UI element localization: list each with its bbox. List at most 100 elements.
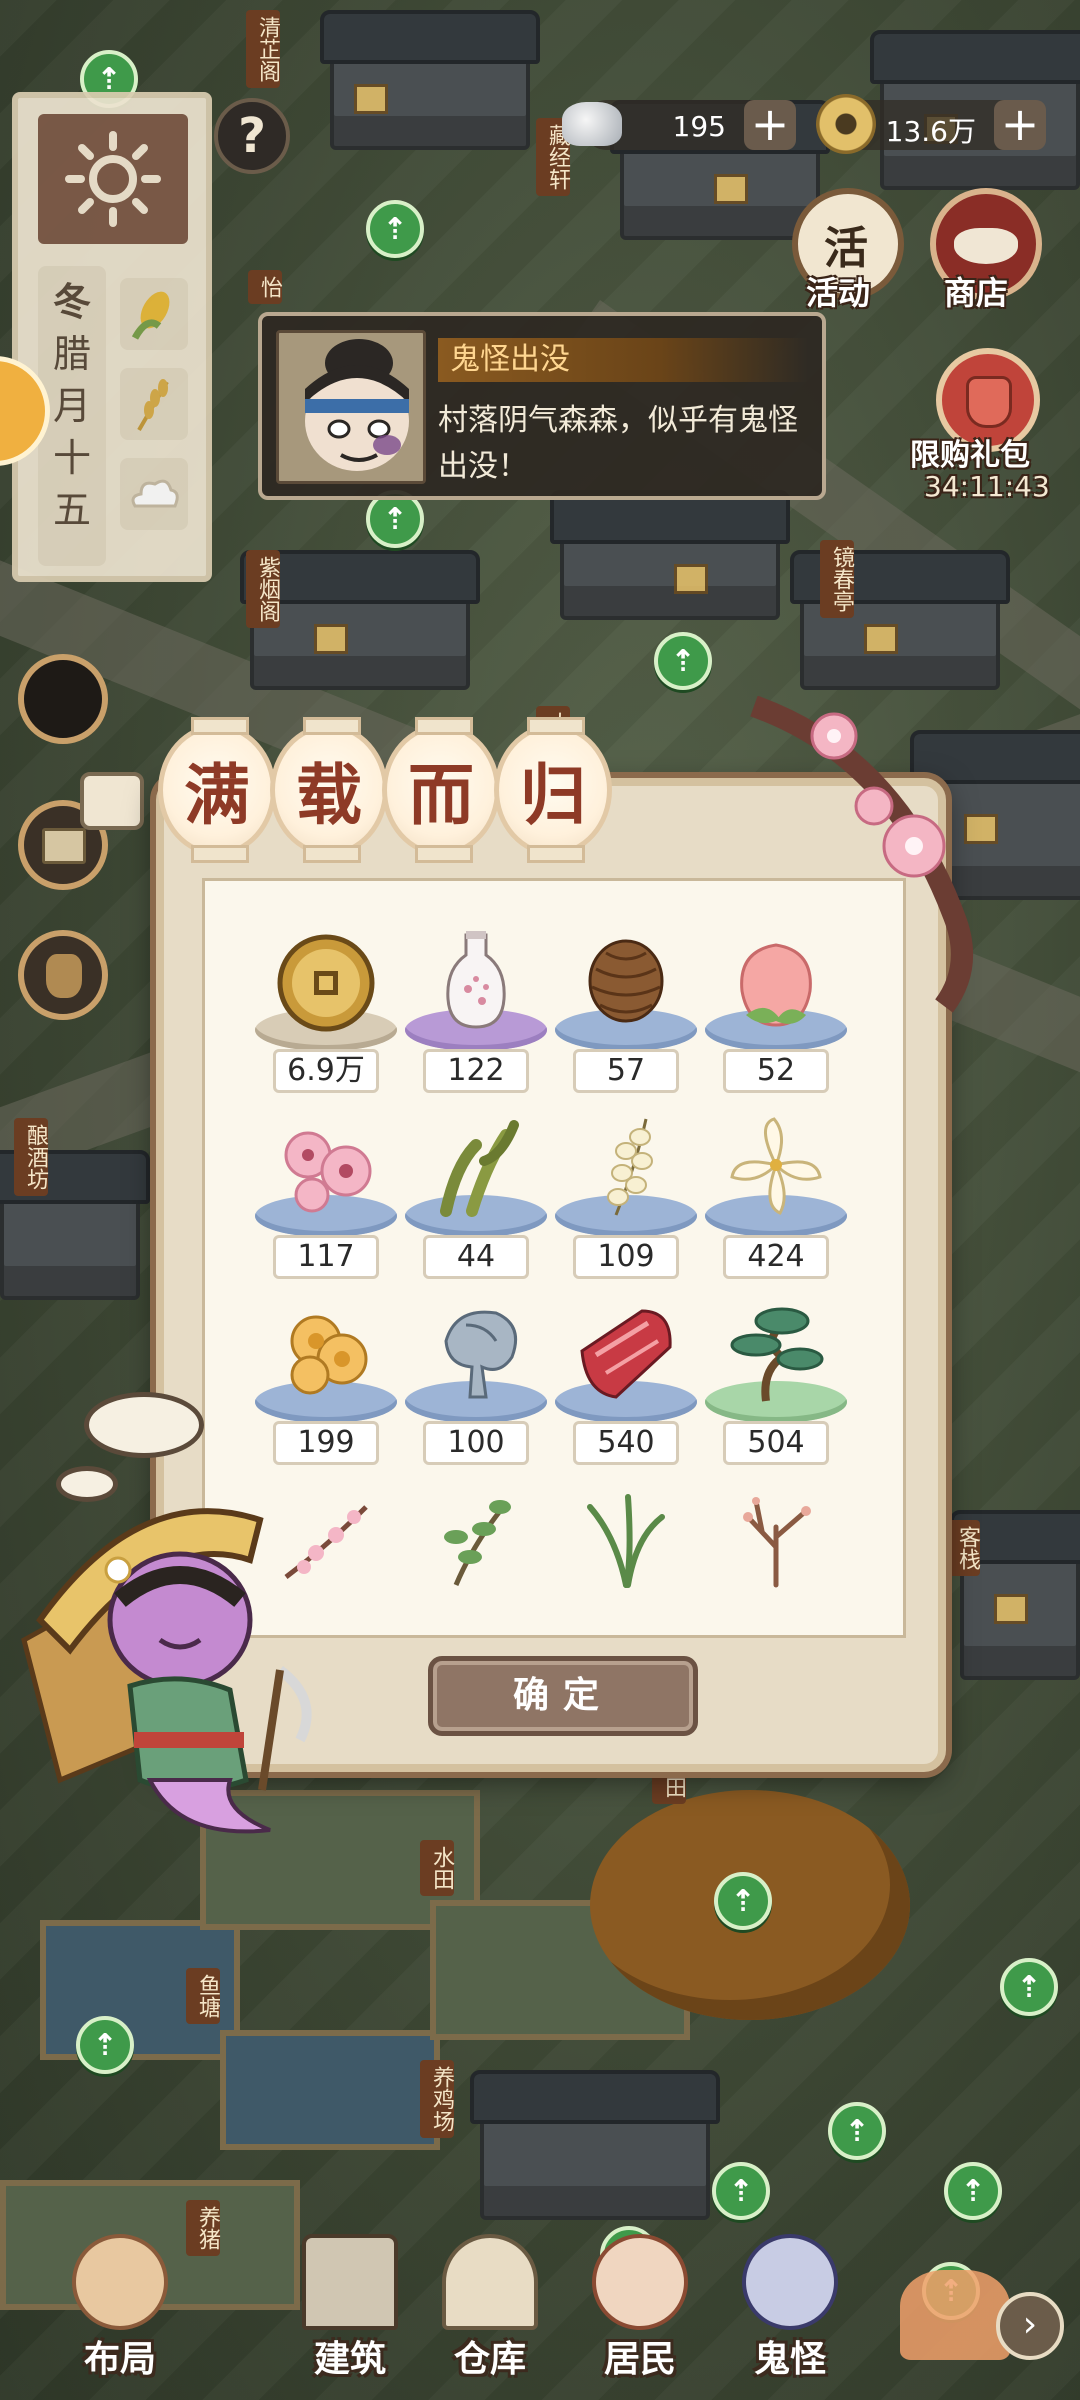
building[interactable] [0, 1150, 150, 1300]
reward-item[interactable]: 504 [701, 1293, 851, 1473]
reward-item[interactable]: 122 [401, 921, 551, 1101]
weather-sun-icon [38, 114, 188, 244]
add-coins-button[interactable]: + [994, 100, 1046, 150]
title-lantern: 满 [158, 717, 276, 863]
title-lantern: 归 [494, 717, 612, 863]
item-quantity: 100 [423, 1421, 529, 1465]
building[interactable] [320, 10, 540, 150]
thought-bubble [84, 1392, 204, 1458]
shop-ingot-icon [954, 228, 1018, 264]
reward-item[interactable]: 52 [701, 921, 851, 1101]
peach-blossom-icon [284, 1131, 372, 1213]
villager-portrait [276, 330, 426, 484]
reward-item[interactable] [551, 1479, 701, 1588]
reward-item[interactable]: 109 [551, 1107, 701, 1287]
coin-icon [277, 934, 375, 1032]
bag-button[interactable] [18, 930, 108, 1020]
dark-circle-button[interactable] [18, 654, 108, 744]
activity-label: 活动 [806, 274, 871, 312]
building[interactable] [470, 2070, 720, 2220]
sign-shuitian: 水田 [420, 1840, 454, 1896]
date-char: 腊 [52, 332, 91, 376]
item-quantity: 504 [723, 1421, 829, 1465]
add-silver-button[interactable]: + [744, 100, 796, 150]
item-quantity: 52 [723, 1049, 829, 1093]
shrimp-icon [444, 1310, 517, 1399]
layout-icon [72, 2234, 168, 2330]
nav-label: 鬼怪 [753, 2339, 826, 2380]
reward-item[interactable]: 540 [551, 1293, 701, 1473]
sign-yutang: 鱼塘 [186, 1968, 220, 2024]
pinecone-icon [588, 939, 664, 1023]
reward-item[interactable]: 117 [251, 1107, 401, 1287]
leafy-sprig-icon [444, 1500, 511, 1586]
bean-pods-icon [440, 1120, 519, 1217]
nav-label: 建筑 [313, 2339, 386, 2380]
locust-flower-icon [607, 1118, 653, 1216]
corn-icon [120, 278, 188, 350]
sack-icon [46, 954, 82, 998]
nav-layout[interactable]: 布局 [50, 2222, 190, 2392]
collect-marker-icon[interactable]: ⇡ [828, 2102, 886, 2160]
nav-ghosts[interactable]: 鬼怪 [720, 2222, 860, 2392]
item-quantity: 44 [423, 1235, 529, 1279]
item-quantity: 424 [723, 1235, 829, 1279]
season-panel[interactable]: 冬 腊 月 十 五 [12, 92, 212, 582]
date-char: 十 [52, 436, 91, 480]
collect-marker-icon[interactable]: ⇡ [366, 200, 424, 258]
nav-next-button[interactable]: › [996, 2292, 1064, 2360]
activity-scroll-icon: 活 [824, 223, 868, 274]
sign-yi: 怡 [248, 270, 282, 304]
title-lantern: 载 [270, 717, 388, 863]
reward-item[interactable]: 100 [401, 1293, 551, 1473]
nav-residents[interactable]: 居民 [570, 2222, 710, 2392]
item-quantity: 540 [573, 1421, 679, 1465]
warehouse-icon [442, 2234, 538, 2330]
sign-jingchunting: 镜春亭 [820, 540, 854, 618]
reward-item[interactable]: 57 [551, 921, 701, 1101]
reward-item[interactable] [701, 1479, 851, 1588]
pond[interactable] [220, 2030, 440, 2150]
collect-marker-icon[interactable]: ⇡ [714, 1872, 772, 1930]
collect-marker-icon[interactable]: ⇡ [76, 2016, 134, 2074]
gift-bag-icon [966, 376, 1012, 428]
date-char: 五 [52, 488, 91, 532]
item-quantity: 57 [573, 1049, 679, 1093]
bare-branch-icon [743, 1497, 811, 1588]
chat-bubble-icon[interactable] [80, 772, 144, 830]
item-quantity: 199 [273, 1421, 379, 1465]
reward-item[interactable]: 424 [701, 1107, 851, 1287]
bonsai-pine-icon [730, 1307, 824, 1402]
reward-item[interactable]: 199 [251, 1293, 401, 1473]
farmer-ghost-character[interactable] [0, 1490, 330, 1860]
notification-title: 鬼怪出没 [438, 338, 808, 382]
sign-yangjichang: 养鸡场 [420, 2060, 454, 2138]
building[interactable] [550, 490, 790, 620]
building[interactable] [240, 550, 480, 690]
nav-building[interactable]: 建筑 [280, 2222, 420, 2392]
wine-bottle-icon [446, 931, 506, 1029]
reward-item[interactable]: 44 [401, 1107, 551, 1287]
ghost-notification[interactable]: 鬼怪出没 村落阴气森森，似乎有鬼怪出没！ [258, 312, 826, 500]
help-button[interactable]: ? [214, 98, 290, 174]
silver-ingot-icon [562, 102, 622, 146]
confirm-button[interactable]: 确定 [428, 1656, 698, 1736]
title-lantern: 而 [382, 717, 500, 863]
sign-kezhan: 客栈 [946, 1520, 980, 1576]
nav-warehouse[interactable]: 仓库 [420, 2222, 560, 2392]
collect-marker-icon[interactable]: ⇡ [1000, 1958, 1058, 2016]
silver-counter: 195 + [562, 100, 796, 150]
item-quantity: 122 [423, 1049, 529, 1093]
copper-coin-icon [816, 94, 876, 154]
reward-item[interactable]: 6.9万 [251, 921, 401, 1101]
book-icon [42, 828, 86, 864]
sky-lantern-icon[interactable] [900, 2270, 1010, 2360]
item-quantity: 117 [273, 1235, 379, 1279]
limited-gift-timer: 34:11:43 [924, 470, 1050, 503]
silver-amount: 195 [672, 110, 726, 143]
peach-icon [740, 943, 812, 1027]
collect-marker-icon[interactable]: ⇡ [654, 632, 712, 690]
reward-item[interactable] [401, 1479, 551, 1586]
building-icon [302, 2234, 398, 2330]
nav-label: 居民 [603, 2339, 676, 2380]
